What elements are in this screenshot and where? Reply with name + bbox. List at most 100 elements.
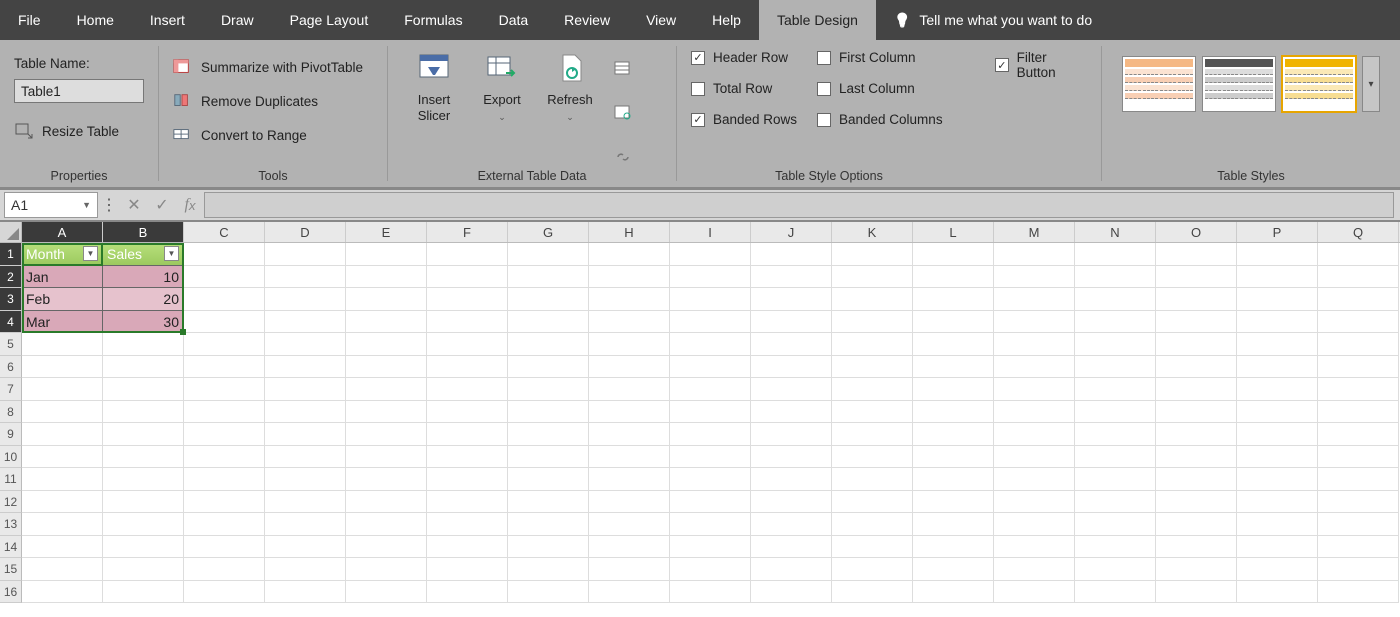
cell-N1[interactable]	[1075, 243, 1156, 266]
cell-J8[interactable]	[751, 401, 832, 424]
cell-E10[interactable]	[346, 446, 427, 469]
cell-N13[interactable]	[1075, 513, 1156, 536]
cell-D5[interactable]	[265, 333, 346, 356]
cell-L11[interactable]	[913, 468, 994, 491]
cell-L1[interactable]	[913, 243, 994, 266]
cell-M3[interactable]	[994, 288, 1075, 311]
cell-D6[interactable]	[265, 356, 346, 379]
cell-Q7[interactable]	[1318, 378, 1399, 401]
cell-H5[interactable]	[589, 333, 670, 356]
cell-L3[interactable]	[913, 288, 994, 311]
filter-dropdown-icon[interactable]: ▼	[83, 246, 98, 261]
enter-icon[interactable]: ✓	[148, 192, 176, 218]
cell-K5[interactable]	[832, 333, 913, 356]
cell-G13[interactable]	[508, 513, 589, 536]
total-row-checkbox[interactable]: Total Row	[691, 81, 817, 96]
row-header-15[interactable]: 15	[0, 558, 22, 581]
cell-H1[interactable]	[589, 243, 670, 266]
cell-K2[interactable]	[832, 266, 913, 289]
cell-M13[interactable]	[994, 513, 1075, 536]
cell-M10[interactable]	[994, 446, 1075, 469]
cell-B8[interactable]	[103, 401, 184, 424]
cell-A11[interactable]	[22, 468, 103, 491]
tab-home[interactable]: Home	[59, 0, 132, 40]
cell-B9[interactable]	[103, 423, 184, 446]
cell-D15[interactable]	[265, 558, 346, 581]
cell-K13[interactable]	[832, 513, 913, 536]
refresh-button[interactable]: Refresh⌄	[538, 50, 602, 187]
header-row-checkbox[interactable]: Header Row	[691, 50, 817, 65]
cell-B13[interactable]	[103, 513, 184, 536]
cell-L6[interactable]	[913, 356, 994, 379]
cell-F13[interactable]	[427, 513, 508, 536]
column-header-N[interactable]: N	[1075, 222, 1156, 242]
tab-help[interactable]: Help	[694, 0, 759, 40]
cell-Q16[interactable]	[1318, 581, 1399, 604]
cell-H13[interactable]	[589, 513, 670, 536]
cell-G9[interactable]	[508, 423, 589, 446]
tab-view[interactable]: View	[628, 0, 694, 40]
cell-C14[interactable]	[184, 536, 265, 559]
cell-N4[interactable]	[1075, 311, 1156, 334]
row-header-14[interactable]: 14	[0, 536, 22, 559]
cell-C7[interactable]	[184, 378, 265, 401]
cell-L12[interactable]	[913, 491, 994, 514]
cell-F6[interactable]	[427, 356, 508, 379]
cell-I12[interactable]	[670, 491, 751, 514]
tab-formulas[interactable]: Formulas	[386, 0, 480, 40]
cell-B5[interactable]	[103, 333, 184, 356]
cell-P13[interactable]	[1237, 513, 1318, 536]
cell-D8[interactable]	[265, 401, 346, 424]
cell-O14[interactable]	[1156, 536, 1237, 559]
cell-Q15[interactable]	[1318, 558, 1399, 581]
cell-N3[interactable]	[1075, 288, 1156, 311]
cell-C12[interactable]	[184, 491, 265, 514]
cell-L15[interactable]	[913, 558, 994, 581]
row-header-1[interactable]: 1	[0, 243, 22, 266]
column-header-B[interactable]: B	[103, 222, 184, 242]
cell-D7[interactable]	[265, 378, 346, 401]
cell-O4[interactable]	[1156, 311, 1237, 334]
cell-J1[interactable]	[751, 243, 832, 266]
row-header-9[interactable]: 9	[0, 423, 22, 446]
cell-F5[interactable]	[427, 333, 508, 356]
cell-K6[interactable]	[832, 356, 913, 379]
cell-N10[interactable]	[1075, 446, 1156, 469]
column-header-D[interactable]: D	[265, 222, 346, 242]
cell-C9[interactable]	[184, 423, 265, 446]
cell-P4[interactable]	[1237, 311, 1318, 334]
cell-M15[interactable]	[994, 558, 1075, 581]
tab-file[interactable]: File	[0, 0, 59, 40]
cell-D4[interactable]	[265, 311, 346, 334]
table-style-3[interactable]	[1282, 56, 1356, 112]
cell-Q10[interactable]	[1318, 446, 1399, 469]
cell-O7[interactable]	[1156, 378, 1237, 401]
cell-J16[interactable]	[751, 581, 832, 604]
cell-C1[interactable]	[184, 243, 265, 266]
cell-P12[interactable]	[1237, 491, 1318, 514]
cell-H12[interactable]	[589, 491, 670, 514]
cell-L9[interactable]	[913, 423, 994, 446]
cell-J4[interactable]	[751, 311, 832, 334]
cell-G10[interactable]	[508, 446, 589, 469]
cell-F10[interactable]	[427, 446, 508, 469]
cell-E9[interactable]	[346, 423, 427, 446]
cell-D2[interactable]	[265, 266, 346, 289]
cell-G5[interactable]	[508, 333, 589, 356]
first-column-checkbox[interactable]: First Column	[817, 50, 967, 65]
cell-Q14[interactable]	[1318, 536, 1399, 559]
cell-B3[interactable]: 20	[103, 288, 184, 311]
summarize-pivot-button[interactable]: Summarize with PivotTable	[173, 58, 373, 76]
row-header-4[interactable]: 4	[0, 311, 22, 334]
cell-H3[interactable]	[589, 288, 670, 311]
cell-A13[interactable]	[22, 513, 103, 536]
cell-B7[interactable]	[103, 378, 184, 401]
cell-I7[interactable]	[670, 378, 751, 401]
cell-K11[interactable]	[832, 468, 913, 491]
cell-K10[interactable]	[832, 446, 913, 469]
cell-O11[interactable]	[1156, 468, 1237, 491]
resize-table-button[interactable]: Resize Table	[14, 121, 144, 142]
cell-B1[interactable]: Sales▼	[103, 243, 184, 266]
cell-L8[interactable]	[913, 401, 994, 424]
cell-E11[interactable]	[346, 468, 427, 491]
